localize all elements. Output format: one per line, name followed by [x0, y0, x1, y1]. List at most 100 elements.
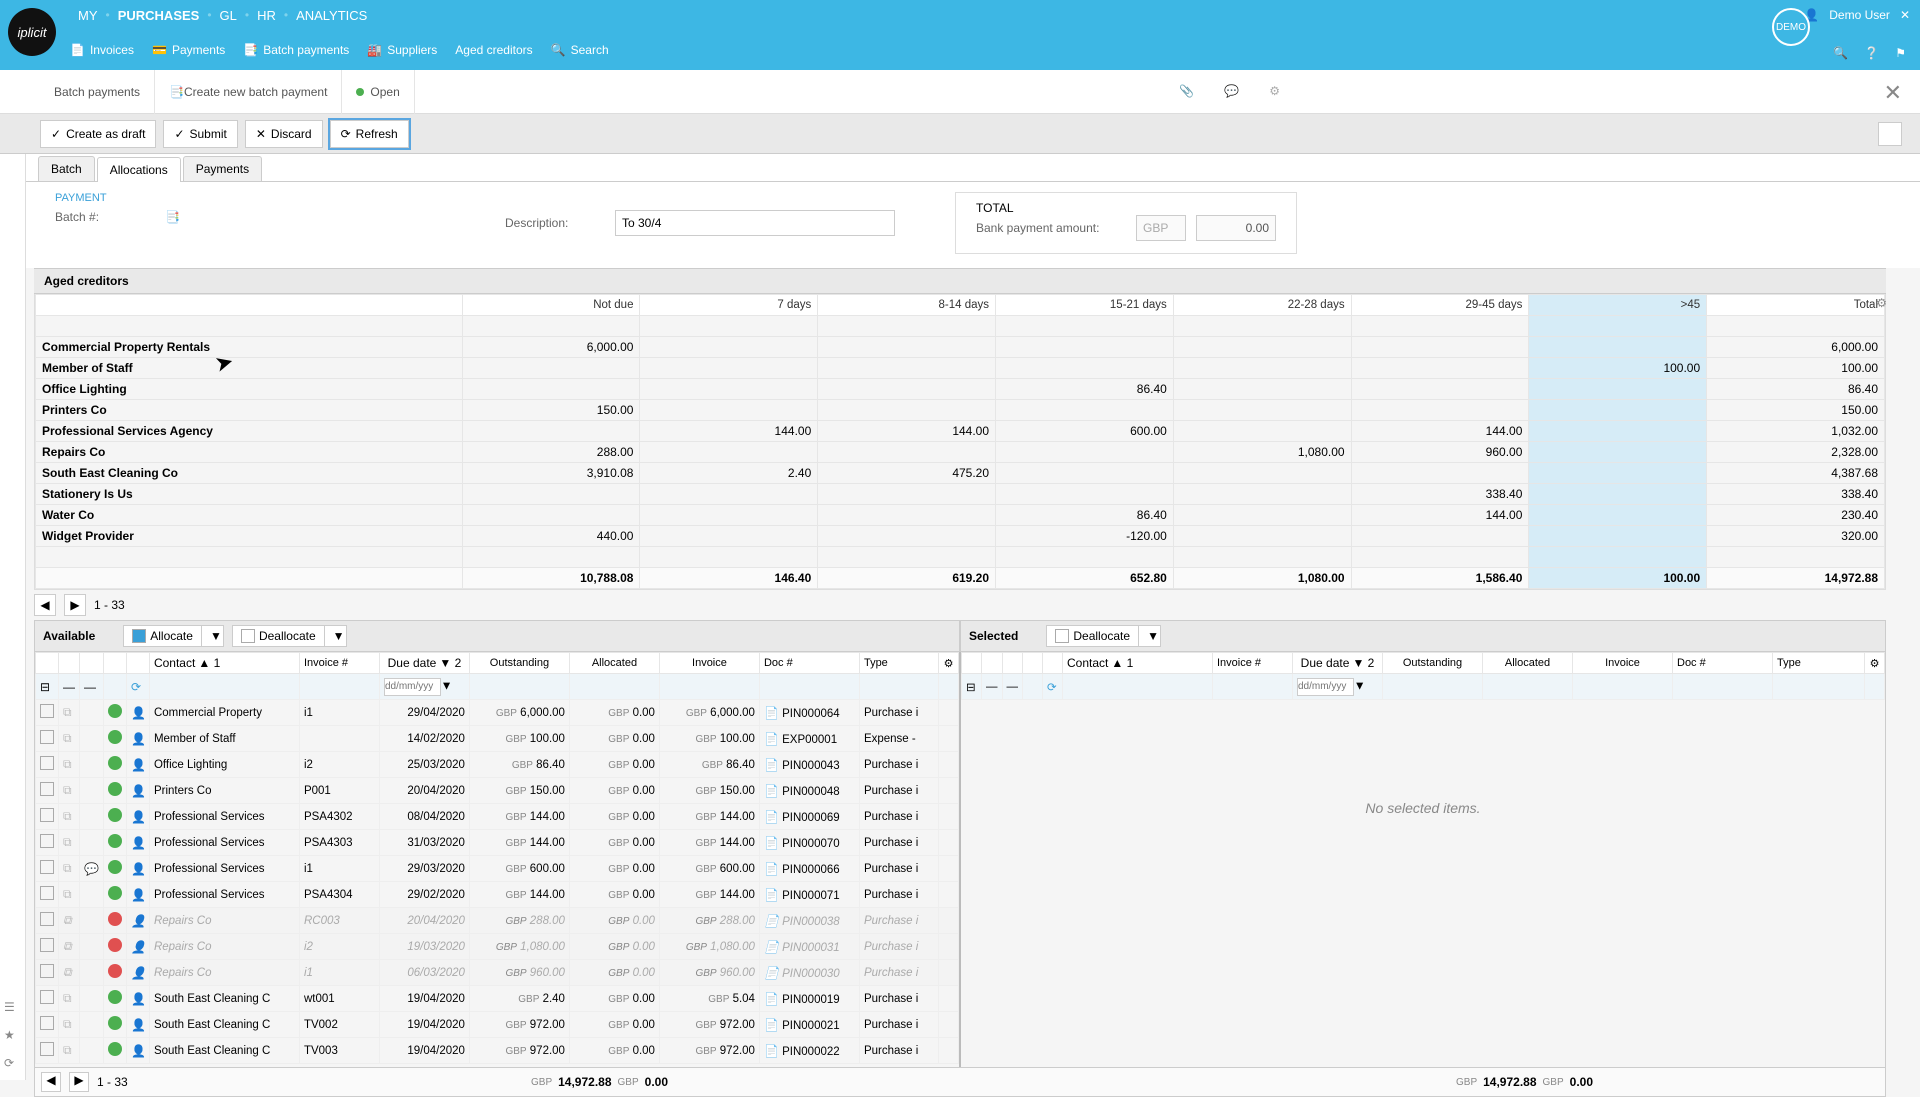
- sel-due-filter[interactable]: [1297, 678, 1354, 696]
- aged-gear-icon[interactable]: ⚙: [1876, 296, 1887, 310]
- available-grid[interactable]: Contact ▲ 1 Invoice # Due date ▼ 2 Outst…: [35, 652, 961, 1067]
- table-row[interactable]: ⧉👤Printers CoP00120/04/2020GBP 150.00GBP…: [36, 778, 959, 804]
- aged-supplier[interactable]: Professional Services Agency: [36, 421, 463, 442]
- table-row[interactable]: ⧉👤Office Lightingi225/03/2020GBP 86.40GB…: [36, 752, 959, 778]
- rail-clock-icon[interactable]: ⟳: [4, 1056, 15, 1070]
- table-row[interactable]: ⧉👤Commercial Propertyi129/04/2020GBP 6,0…: [36, 700, 959, 726]
- row-copy-icon[interactable]: ⧉: [63, 731, 72, 745]
- tab-batch[interactable]: Batch: [38, 156, 95, 181]
- doc-icon[interactable]: 📄: [764, 966, 779, 980]
- row-copy-icon[interactable]: ⧉: [63, 783, 72, 797]
- doc-icon[interactable]: 📄: [764, 862, 779, 876]
- search-icon[interactable]: 🔍: [1833, 46, 1848, 60]
- crumb-create[interactable]: 📑 Create new batch payment: [155, 70, 342, 114]
- row-copy-icon[interactable]: ⧉: [63, 913, 72, 927]
- tree-icon[interactable]: —: [63, 680, 75, 694]
- row-copy-icon[interactable]: ⧉: [63, 757, 72, 771]
- row-check[interactable]: [40, 808, 54, 822]
- table-row[interactable]: ⧉👤South East Cleaning Cwt00119/04/2020GB…: [36, 986, 959, 1012]
- row-copy-icon[interactable]: ⧉: [63, 887, 72, 901]
- row-check[interactable]: [40, 912, 54, 926]
- row-copy-icon[interactable]: ⧉: [63, 939, 72, 953]
- layout-toggle[interactable]: [1878, 122, 1902, 146]
- aged-col[interactable]: 7 days: [640, 295, 818, 316]
- aged-supplier[interactable]: South East Cleaning Co: [36, 463, 463, 484]
- grid-gear-icon[interactable]: ⚙: [939, 653, 959, 674]
- deallocate-dd[interactable]: ▼: [325, 625, 347, 647]
- tab-payments[interactable]: Payments: [183, 156, 262, 181]
- doc-icon[interactable]: 📄: [764, 888, 779, 902]
- row-check[interactable]: [40, 1042, 54, 1056]
- collapse-icon[interactable]: ⊟: [40, 680, 50, 694]
- table-row[interactable]: ⧉👤Professional ServicesPSA430331/03/2020…: [36, 830, 959, 856]
- comment-icon[interactable]: 💬: [1224, 84, 1239, 98]
- allocate-dd[interactable]: ▼: [202, 625, 224, 647]
- rail-list-icon[interactable]: ☰: [4, 1000, 15, 1014]
- row-check[interactable]: [40, 704, 54, 718]
- doc-icon[interactable]: 📄: [764, 1018, 779, 1032]
- create-draft-button[interactable]: ✓ Create as draft: [40, 120, 156, 148]
- page-next[interactable]: ▶: [64, 594, 86, 616]
- nav-hr[interactable]: HR: [249, 8, 284, 23]
- note-icon[interactable]: 💬: [84, 862, 99, 876]
- close-icon[interactable]: ✕: [1884, 80, 1902, 106]
- nav-gl[interactable]: GL: [212, 8, 245, 23]
- tb-search[interactable]: 🔍 Search: [551, 43, 609, 57]
- aged-supplier[interactable]: Water Co: [36, 505, 463, 526]
- crumb-batch[interactable]: Batch payments: [40, 70, 155, 114]
- row-check[interactable]: [40, 886, 54, 900]
- submit-button[interactable]: ✓ Submit: [163, 120, 237, 148]
- attach-icon[interactable]: 📎: [1179, 84, 1194, 98]
- nav-purchases[interactable]: PURCHASES: [110, 8, 208, 23]
- deallocate-button[interactable]: Deallocate: [232, 625, 325, 647]
- aged-supplier[interactable]: Widget Provider: [36, 526, 463, 547]
- table-row[interactable]: ⧉👤Repairs CoRC00320/04/2020GBP 288.00GBP…: [36, 908, 959, 934]
- doc-icon[interactable]: 📄: [764, 784, 779, 798]
- aged-supplier[interactable]: Printers Co: [36, 400, 463, 421]
- aged-col[interactable]: Total: [1707, 295, 1885, 316]
- aged-col[interactable]: 8-14 days: [818, 295, 996, 316]
- nav-my[interactable]: MY: [70, 8, 106, 23]
- page-prev[interactable]: ◀: [34, 594, 56, 616]
- row-copy-icon[interactable]: ⧉: [63, 991, 72, 1005]
- aged-col[interactable]: 29-45 days: [1351, 295, 1529, 316]
- close-app-icon[interactable]: ✕: [1900, 8, 1910, 22]
- ft-prev[interactable]: ◀: [41, 1072, 61, 1092]
- sel-deallocate-dd[interactable]: ▼: [1139, 625, 1161, 647]
- doc-icon[interactable]: 📄: [764, 836, 779, 850]
- aged-supplier[interactable]: Office Lighting: [36, 379, 463, 400]
- user-name[interactable]: Demo User: [1829, 8, 1890, 22]
- rail-star-icon[interactable]: ★: [4, 1028, 15, 1042]
- table-row[interactable]: ⧉👤Professional ServicesPSA430429/02/2020…: [36, 882, 959, 908]
- flag-icon[interactable]: ⚑: [1895, 46, 1906, 60]
- row-check[interactable]: [40, 990, 54, 1004]
- aged-supplier[interactable]: Commercial Property Rentals: [36, 337, 463, 358]
- tree-icon2[interactable]: —: [84, 680, 96, 694]
- aged-col[interactable]: [36, 295, 463, 316]
- doc-icon[interactable]: 📄: [764, 1044, 779, 1058]
- batch-icon[interactable]: 📑: [165, 210, 180, 224]
- sel-gear-icon[interactable]: ⚙: [1865, 653, 1885, 674]
- due-filter[interactable]: [384, 678, 441, 696]
- row-check[interactable]: [40, 756, 54, 770]
- tb-aged[interactable]: Aged creditors: [455, 43, 532, 57]
- sel-deallocate-button[interactable]: Deallocate: [1046, 625, 1139, 647]
- discard-button[interactable]: ✕ Discard: [245, 120, 323, 148]
- tb-payments[interactable]: 💳 Payments: [152, 43, 225, 57]
- tb-batch[interactable]: 📑 Batch payments: [243, 43, 349, 57]
- loop-icon[interactable]: ⟳: [131, 680, 141, 694]
- row-copy-icon[interactable]: ⧉: [63, 1043, 72, 1057]
- row-check[interactable]: [40, 782, 54, 796]
- doc-icon[interactable]: 📄: [764, 914, 779, 928]
- doc-icon[interactable]: 📄: [764, 810, 779, 824]
- table-row[interactable]: ⧉💬👤Professional Servicesi129/03/2020GBP …: [36, 856, 959, 882]
- row-check[interactable]: [40, 834, 54, 848]
- nav-analytics[interactable]: ANALYTICS: [288, 8, 375, 23]
- row-check[interactable]: [40, 860, 54, 874]
- aged-col[interactable]: Not due: [462, 295, 640, 316]
- table-row[interactable]: ⧉👤South East Cleaning CTV00219/04/2020GB…: [36, 1012, 959, 1038]
- doc-icon[interactable]: 📄: [764, 992, 779, 1006]
- doc-icon[interactable]: 📄: [764, 732, 779, 746]
- table-row[interactable]: ⧉👤Professional ServicesPSA430208/04/2020…: [36, 804, 959, 830]
- row-check[interactable]: [40, 1016, 54, 1030]
